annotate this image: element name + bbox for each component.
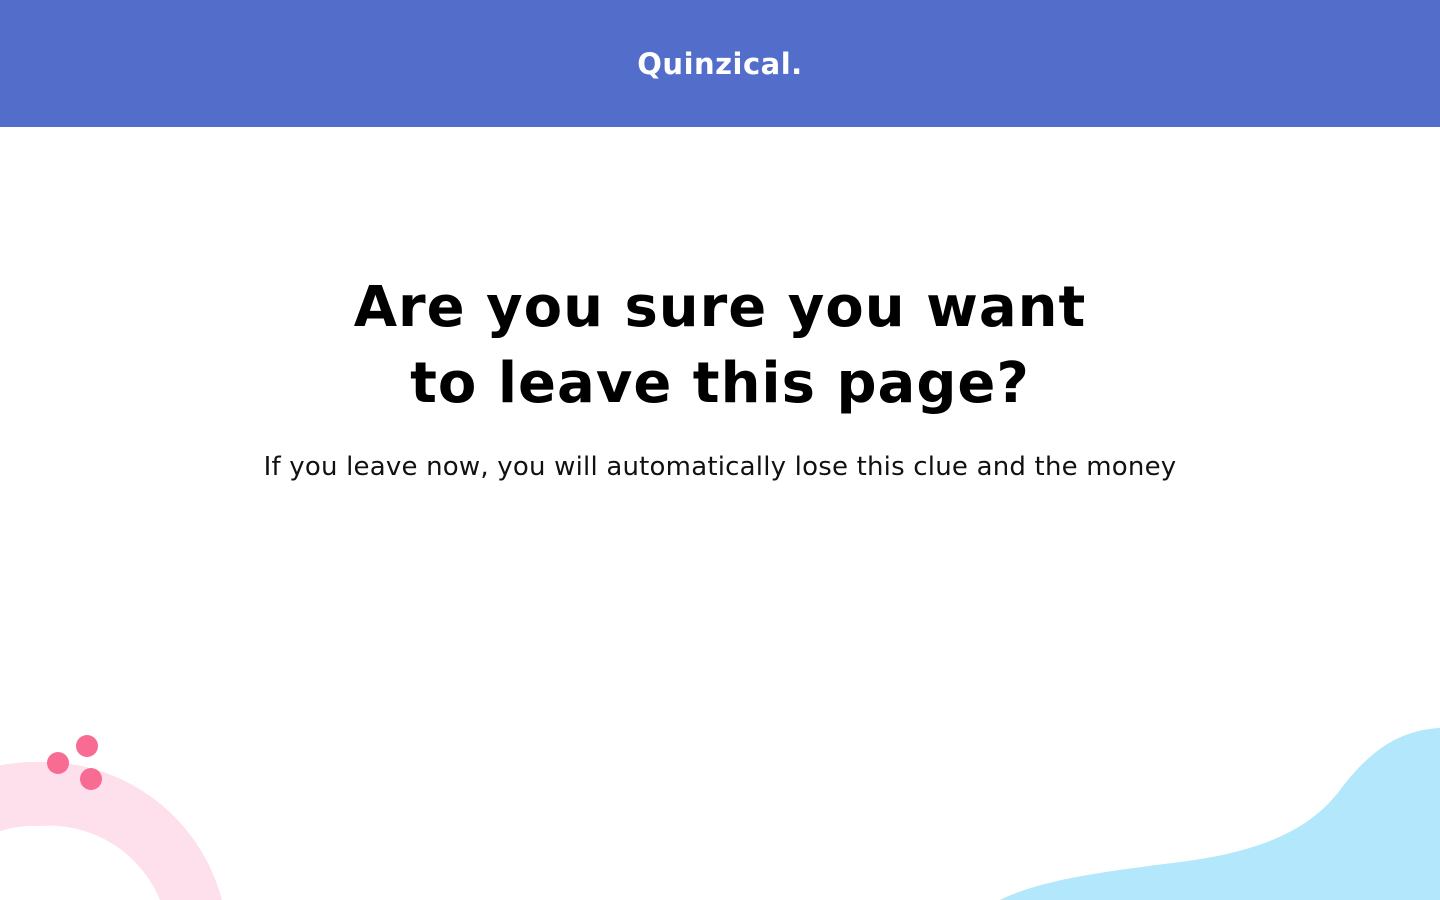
pink-dot-icon <box>47 752 69 774</box>
leave-page-confirmation-screen: Quinzical. Are you sure you want to leav… <box>0 0 1440 900</box>
confirmation-message: Are you sure you want to leave this page… <box>0 270 1440 482</box>
confirmation-title-line-1: Are you sure you want <box>353 275 1087 340</box>
quinzical-logo[interactable]: Quinzical. <box>637 47 802 81</box>
confirmation-title-line-2: to leave this page? <box>410 351 1030 416</box>
pink-dot-icon <box>80 768 102 790</box>
blue-blob-shape <box>1000 728 1440 900</box>
pink-dot-icon <box>76 735 98 757</box>
confirmation-title: Are you sure you want to leave this page… <box>270 270 1170 422</box>
top-header-bar: Quinzical. <box>0 0 1440 127</box>
confirmation-warning-text: If you leave now, you will automatically… <box>263 452 1177 482</box>
pink-arc-shape <box>0 761 222 900</box>
